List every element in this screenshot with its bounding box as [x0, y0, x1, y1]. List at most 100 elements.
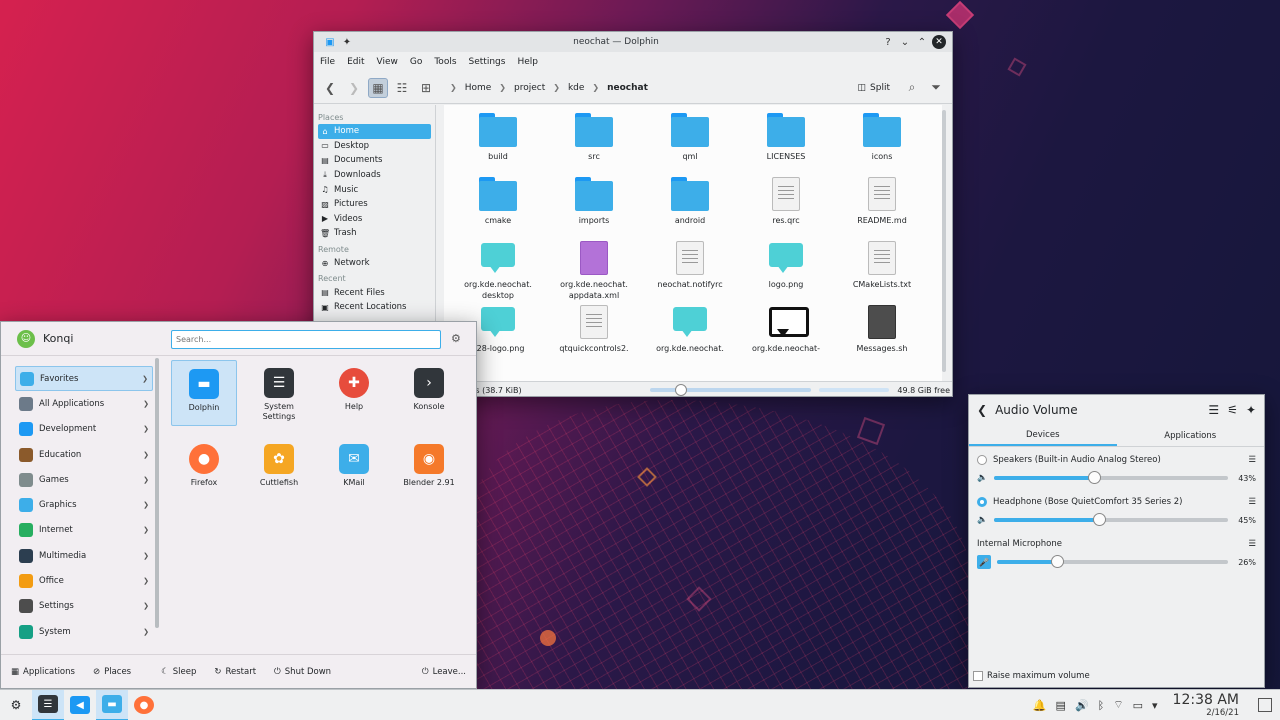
pin-icon[interactable]: ✦	[1246, 403, 1256, 417]
file-item[interactable]: neochat.notifyrc	[642, 241, 738, 290]
microphone-volume-slider[interactable]	[997, 555, 1228, 568]
tab-devices[interactable]: Devices	[969, 425, 1117, 446]
speaker-icon[interactable]: 🔈	[977, 515, 988, 525]
place-videos[interactable]: ▶ Videos	[318, 212, 431, 227]
task-firefox[interactable]: ●	[128, 690, 160, 720]
device-radio[interactable]	[977, 455, 987, 465]
file-item[interactable]: qtquickcontrols2.	[546, 305, 642, 354]
file-item[interactable]: README.md	[834, 177, 930, 226]
tab-applications[interactable]: Applications	[1117, 425, 1265, 446]
file-item[interactable]: src	[546, 113, 642, 162]
leave-button[interactable]: ⏻ Leave...	[422, 667, 466, 677]
app-launcher-item[interactable]: ✚ Help	[321, 360, 387, 426]
filter-icon[interactable]: ⏷	[926, 78, 946, 98]
device-volume-slider[interactable]	[993, 471, 1228, 484]
show-desktop-button[interactable]	[1258, 698, 1272, 712]
device-volume-knob[interactable]	[1093, 513, 1107, 526]
zoom-slider[interactable]	[649, 384, 812, 396]
file-item[interactable]: cmake	[450, 177, 546, 226]
file-item[interactable]: LICENSES	[738, 113, 834, 162]
app-launcher-item[interactable]: ▬ Dolphin	[171, 360, 237, 426]
crumb-home[interactable]: Home	[465, 83, 492, 93]
microphone-icon[interactable]: 🎤	[977, 555, 991, 569]
bluetooth-icon[interactable]: ᛒ	[1098, 699, 1105, 712]
digital-clock[interactable]: 12:38 AM 2/16/21	[1173, 692, 1239, 718]
place-network[interactable]: ⊕ Network	[318, 256, 431, 271]
category-item[interactable]: Development ❯	[15, 417, 153, 442]
category-item[interactable]: Education ❯	[15, 442, 153, 467]
category-item[interactable]: Internet ❯	[15, 518, 153, 543]
file-item[interactable]: Messages.sh	[834, 305, 930, 354]
file-item[interactable]: CMakeLists.txt	[834, 241, 930, 290]
menu-view[interactable]: View	[377, 57, 398, 67]
close-icon[interactable]: ✕	[932, 35, 946, 49]
category-item[interactable]: Games ❯	[15, 467, 153, 492]
speaker-icon[interactable]: 🔈	[977, 473, 988, 483]
settings-sliders-icon[interactable]: ⚟	[1227, 403, 1238, 417]
raise-max-checkbox[interactable]	[973, 671, 983, 681]
volume-icon[interactable]: 🔊	[1075, 699, 1089, 712]
search-icon[interactable]: ⌕	[902, 78, 922, 98]
menu-icon[interactable]: ☰	[1248, 497, 1256, 507]
app-launcher-item[interactable]: ◉ Blender 2.91	[396, 436, 462, 502]
restart-button[interactable]: ↻ Restart	[214, 667, 256, 677]
menu-help[interactable]: Help	[517, 57, 538, 67]
split-button[interactable]: ◫ Split	[858, 83, 890, 93]
details-view-icon[interactable]: ⊞	[416, 78, 436, 98]
network-icon[interactable]: ⌔	[1113, 698, 1123, 712]
file-item[interactable]: org.kde.neochat. desktop	[450, 241, 546, 301]
file-item[interactable]: org.kde.neochat.	[642, 305, 738, 354]
app-launcher-item[interactable]: ✿ Cuttlefish	[246, 436, 312, 502]
place-pictures[interactable]: ▨ Pictures	[318, 197, 431, 212]
category-item[interactable]: Multimedia ❯	[15, 543, 153, 568]
device-radio[interactable]	[977, 497, 987, 507]
menu-settings[interactable]: Settings	[469, 57, 506, 67]
notifications-icon[interactable]: 🔔	[1033, 699, 1047, 712]
sleep-button[interactable]: ☾ Sleep	[161, 667, 196, 677]
applications-tab[interactable]: ▦ Applications	[11, 667, 75, 677]
zoom-slider-knob[interactable]	[674, 384, 687, 396]
file-item[interactable]: res.qrc	[738, 177, 834, 226]
crumb-project[interactable]: project	[514, 83, 545, 93]
category-item[interactable]: Favorites ❯	[15, 366, 153, 392]
device-volume-knob[interactable]	[1088, 471, 1102, 484]
battery-icon[interactable]: ▭	[1133, 699, 1143, 712]
maximize-icon[interactable]: ⌃	[915, 35, 929, 49]
back-icon[interactable]: ❮	[977, 403, 987, 417]
file-item[interactable]: logo.png	[738, 241, 834, 290]
task-dolphin[interactable]: ▬	[96, 689, 128, 720]
pin-icon[interactable]: ✦	[340, 35, 354, 49]
task-system-settings[interactable]: ☰	[32, 689, 64, 720]
tray-expand-icon[interactable]: ▾	[1152, 699, 1158, 712]
category-item[interactable]: All Applications ❯	[15, 391, 153, 416]
file-item[interactable]: android	[642, 177, 738, 226]
file-item[interactable]: build	[450, 113, 546, 162]
menu-go[interactable]: Go	[410, 57, 422, 67]
category-scrollbar[interactable]	[155, 358, 159, 628]
minimize-icon[interactable]: ⌄	[898, 35, 912, 49]
help-icon[interactable]: ?	[881, 35, 895, 49]
file-item[interactable]: org.kde.neochat. appdata.xml	[546, 241, 642, 301]
menu-icon[interactable]: ☰	[1248, 539, 1256, 549]
raise-max-volume[interactable]: Raise maximum volume	[973, 671, 1090, 681]
crumb-kde[interactable]: kde	[568, 83, 584, 93]
places-tab[interactable]: ⊘ Places	[93, 667, 131, 677]
place-recent-files[interactable]: ▤ Recent Files	[318, 285, 431, 300]
file-item[interactable]: imports	[546, 177, 642, 226]
task-discover[interactable]: ◀	[64, 690, 96, 720]
place-trash[interactable]: 🗑 Trash	[318, 226, 431, 241]
file-item[interactable]: org.kde.neochat-	[738, 305, 834, 354]
shutdown-button[interactable]: ⏻ Shut Down	[274, 667, 331, 677]
device-volume-slider[interactable]	[993, 513, 1228, 526]
category-item[interactable]: Office ❯	[15, 568, 153, 593]
place-documents[interactable]: ▤ Documents	[318, 153, 431, 168]
place-desktop[interactable]: ▭ Desktop	[318, 139, 431, 154]
icons-view-icon[interactable]: ▦	[368, 77, 388, 98]
configure-icon[interactable]: ⚙	[451, 332, 461, 345]
menu-edit[interactable]: Edit	[347, 57, 364, 67]
place-downloads[interactable]: ⤓ Downloads	[318, 168, 431, 183]
dolphin-titlebar[interactable]: ▣ ✦ neochat — Dolphin ? ⌄ ⌃ ✕	[314, 32, 952, 52]
menu-icon[interactable]: ☰	[1208, 403, 1219, 417]
place-home[interactable]: ⌂ Home	[318, 124, 431, 139]
back-icon[interactable]: ❮	[320, 78, 340, 98]
